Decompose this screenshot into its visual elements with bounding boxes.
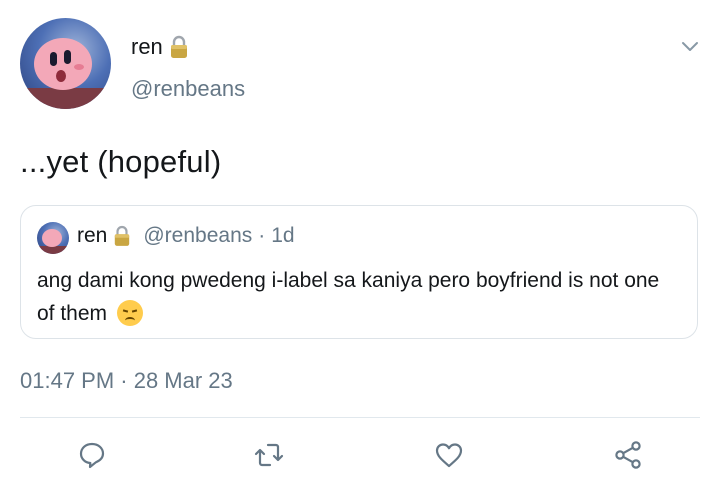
- divider: [20, 417, 700, 418]
- quoted-tweet[interactable]: ren @renbeans · 1d ang dami kong pwedeng…: [20, 205, 698, 339]
- separator-dot: ·: [258, 224, 266, 247]
- tweet-text: ...yet (hopeful): [20, 144, 222, 179]
- quoted-author-name: ren: [77, 224, 108, 247]
- author-name-row[interactable]: ren: [131, 34, 189, 60]
- retweet-icon: [254, 443, 284, 467]
- quoted-header: ren @renbeans · 1d: [77, 224, 295, 248]
- like-button[interactable]: [432, 438, 466, 472]
- quoted-text: ang dami kong pwedeng i-label sa kaniya …: [37, 264, 677, 330]
- tweet-timestamp[interactable]: 01:47 PM · 28 Mar 23: [20, 368, 233, 394]
- quoted-author-handle: @renbeans: [143, 224, 253, 247]
- share-icon: [615, 441, 641, 469]
- quoted-avatar[interactable]: [37, 222, 69, 254]
- heart-icon: [435, 443, 463, 468]
- reply-icon: [79, 442, 105, 469]
- reply-button[interactable]: [75, 438, 109, 472]
- quoted-time: 1d: [271, 224, 295, 247]
- chevron-down-icon[interactable]: [680, 36, 700, 56]
- share-button[interactable]: [611, 438, 645, 472]
- author-avatar[interactable]: [20, 18, 111, 109]
- lock-icon: [113, 225, 131, 247]
- author-name[interactable]: ren: [131, 34, 163, 60]
- disappointed-face-emoji: [116, 300, 143, 326]
- author-handle[interactable]: @renbeans: [131, 76, 245, 102]
- lock-icon: [169, 35, 189, 59]
- retweet-button[interactable]: [252, 438, 286, 472]
